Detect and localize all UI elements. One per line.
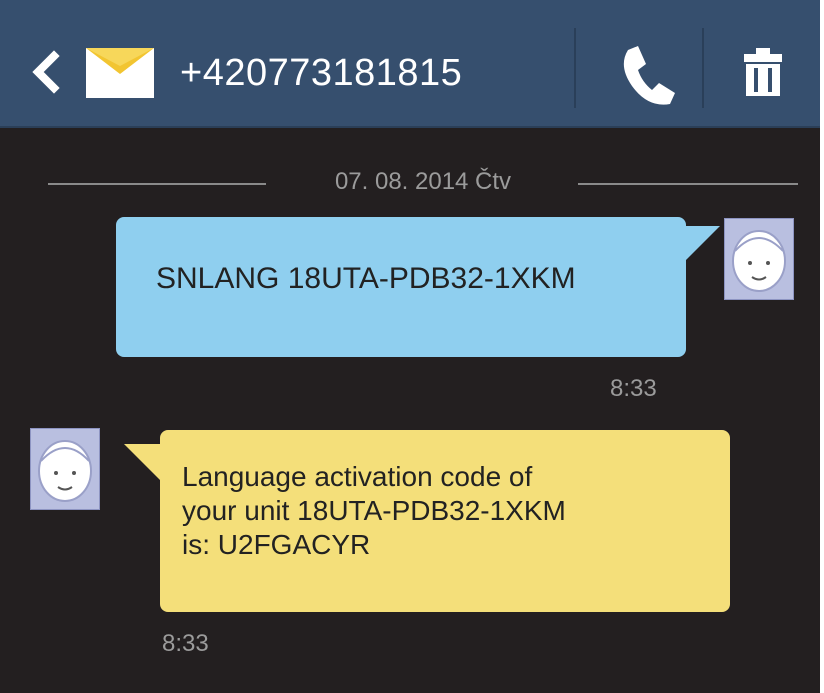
sent-bubble-tail xyxy=(680,226,720,266)
divider-line xyxy=(578,183,798,185)
sent-message-bubble[interactable]: SNLANG 18UTA-PDB32-1XKM xyxy=(116,217,686,357)
header-divider xyxy=(702,28,704,108)
received-message-line: Language activation code of xyxy=(182,461,533,492)
envelope-icon xyxy=(84,34,156,106)
back-button[interactable] xyxy=(26,44,62,100)
received-message-time: 8:33 xyxy=(162,630,209,657)
conversation-header: +420773181815 xyxy=(0,0,820,128)
back-arrow-icon xyxy=(32,50,60,94)
received-message-line: is: U2FGACYR xyxy=(182,529,371,560)
person-icon xyxy=(38,440,92,502)
received-message-bubble[interactable]: Language activation code of your unit 18… xyxy=(160,430,730,612)
date-divider: 07. 08. 2014 Čtv xyxy=(48,164,798,204)
header-divider xyxy=(574,28,576,108)
received-bubble-tail xyxy=(124,444,164,484)
date-divider-label: 07. 08. 2014 Čtv xyxy=(334,168,512,195)
avatar[interactable] xyxy=(724,218,794,300)
received-message-line: your unit 18UTA-PDB32-1XKM xyxy=(182,495,566,526)
delete-button[interactable] xyxy=(706,28,820,124)
message-thread-screen: +420773181815 07. 08. 2014 Čtv SNLANG 18… xyxy=(0,0,820,693)
trash-icon xyxy=(744,48,782,96)
sent-message-time: 8:33 xyxy=(610,375,657,402)
person-icon xyxy=(732,230,786,292)
phone-icon xyxy=(623,46,675,105)
received-message-text: Language activation code of your unit 18… xyxy=(182,460,566,562)
sent-message-text: SNLANG 18UTA-PDB32-1XKM xyxy=(156,262,576,295)
avatar[interactable] xyxy=(30,428,100,510)
screen-edge xyxy=(820,0,824,693)
call-button[interactable] xyxy=(578,28,704,124)
contact-number: +420773181815 xyxy=(180,52,463,94)
